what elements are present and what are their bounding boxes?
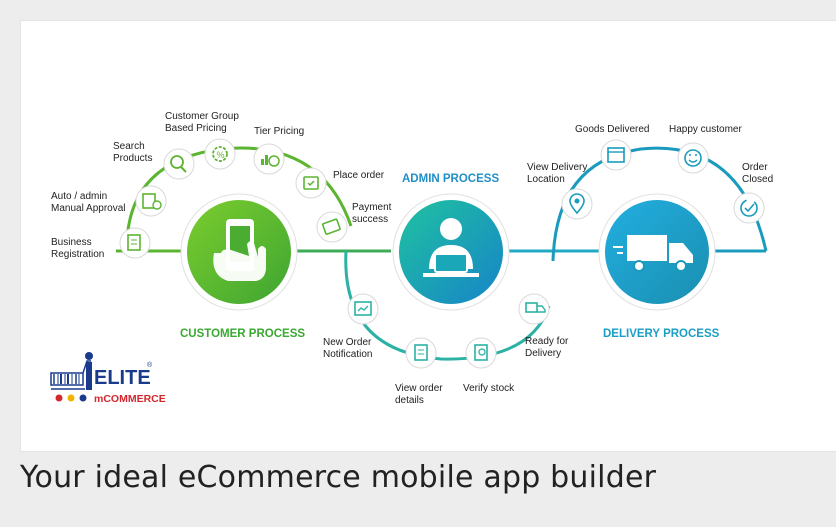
tier-pricing-icon bbox=[253, 143, 285, 175]
label-ready-2: Delivery bbox=[525, 348, 561, 359]
customer-process-header: CUSTOMER PROCESS bbox=[180, 328, 305, 340]
svg-text:%: % bbox=[217, 150, 225, 160]
label-group-pricing-1: Customer Group bbox=[165, 111, 239, 122]
group-pricing-icon: % bbox=[204, 138, 236, 170]
elite-mcommerce-logo: ELITE ® mCOMMERCE bbox=[50, 352, 166, 405]
happy-customer-icon bbox=[677, 142, 709, 174]
label-new-order-1: New Order bbox=[323, 337, 372, 348]
label-approval-1: Auto / admin bbox=[51, 191, 107, 202]
label-new-order-2: Notification bbox=[323, 349, 372, 360]
delivery-hub bbox=[598, 193, 716, 311]
process-diagram: % ADMIN PROCESS CUSTOMER PROCESS DELIVER… bbox=[50, 111, 773, 406]
approval-icon bbox=[135, 185, 167, 217]
logo-word-mcommerce: mCOMMERCE bbox=[94, 393, 166, 405]
label-order-closed-1: Order bbox=[742, 162, 768, 173]
label-happy-customer: Happy customer bbox=[669, 124, 742, 135]
label-view-order-1: View order bbox=[395, 383, 443, 394]
label-payment-2: success bbox=[352, 214, 388, 225]
customer-hub bbox=[180, 193, 298, 311]
label-view-location-2: Location bbox=[527, 174, 565, 185]
logo-registered-mark: ® bbox=[147, 361, 153, 369]
image-caption: Your ideal eCommerce mobile app builder bbox=[20, 460, 657, 495]
label-goods-delivered: Goods Delivered bbox=[575, 124, 649, 135]
logo-word-elite: ELITE bbox=[94, 367, 151, 389]
infographic-card: % ADMIN PROCESS CUSTOMER PROCESS DELIVER… bbox=[20, 20, 836, 452]
goods-delivered-icon bbox=[600, 139, 632, 171]
label-view-location-1: View Delivery bbox=[527, 162, 587, 173]
label-business-registration-2: Registration bbox=[51, 249, 104, 260]
place-order-icon bbox=[295, 167, 327, 199]
admin-process-header: ADMIN PROCESS bbox=[402, 173, 499, 185]
new-order-icon bbox=[347, 293, 379, 325]
ready-delivery-icon bbox=[518, 293, 550, 325]
label-search-2: Products bbox=[113, 153, 152, 164]
view-order-icon bbox=[405, 337, 437, 369]
location-icon bbox=[561, 188, 593, 220]
label-verify-stock: Verify stock bbox=[463, 383, 515, 394]
label-tier-pricing: Tier Pricing bbox=[254, 126, 304, 137]
delivery-process-header: DELIVERY PROCESS bbox=[603, 328, 720, 340]
verify-stock-icon bbox=[465, 337, 497, 369]
label-ready-1: Ready for bbox=[525, 336, 569, 347]
label-search-1: Search bbox=[113, 141, 145, 152]
order-closed-icon bbox=[733, 192, 765, 224]
label-place-order: Place order bbox=[333, 170, 385, 181]
admin-hub bbox=[392, 193, 510, 311]
payment-icon bbox=[316, 211, 348, 243]
search-icon bbox=[163, 148, 195, 180]
cart-icon bbox=[50, 352, 93, 402]
registration-icon bbox=[119, 227, 151, 259]
label-payment-1: Payment bbox=[352, 202, 392, 213]
label-business-registration-1: Business bbox=[51, 237, 92, 248]
label-approval-2: Manual Approval bbox=[51, 203, 126, 214]
label-order-closed-2: Closed bbox=[742, 174, 773, 185]
label-view-order-2: details bbox=[395, 395, 424, 406]
label-group-pricing-2: Based Pricing bbox=[165, 123, 227, 134]
